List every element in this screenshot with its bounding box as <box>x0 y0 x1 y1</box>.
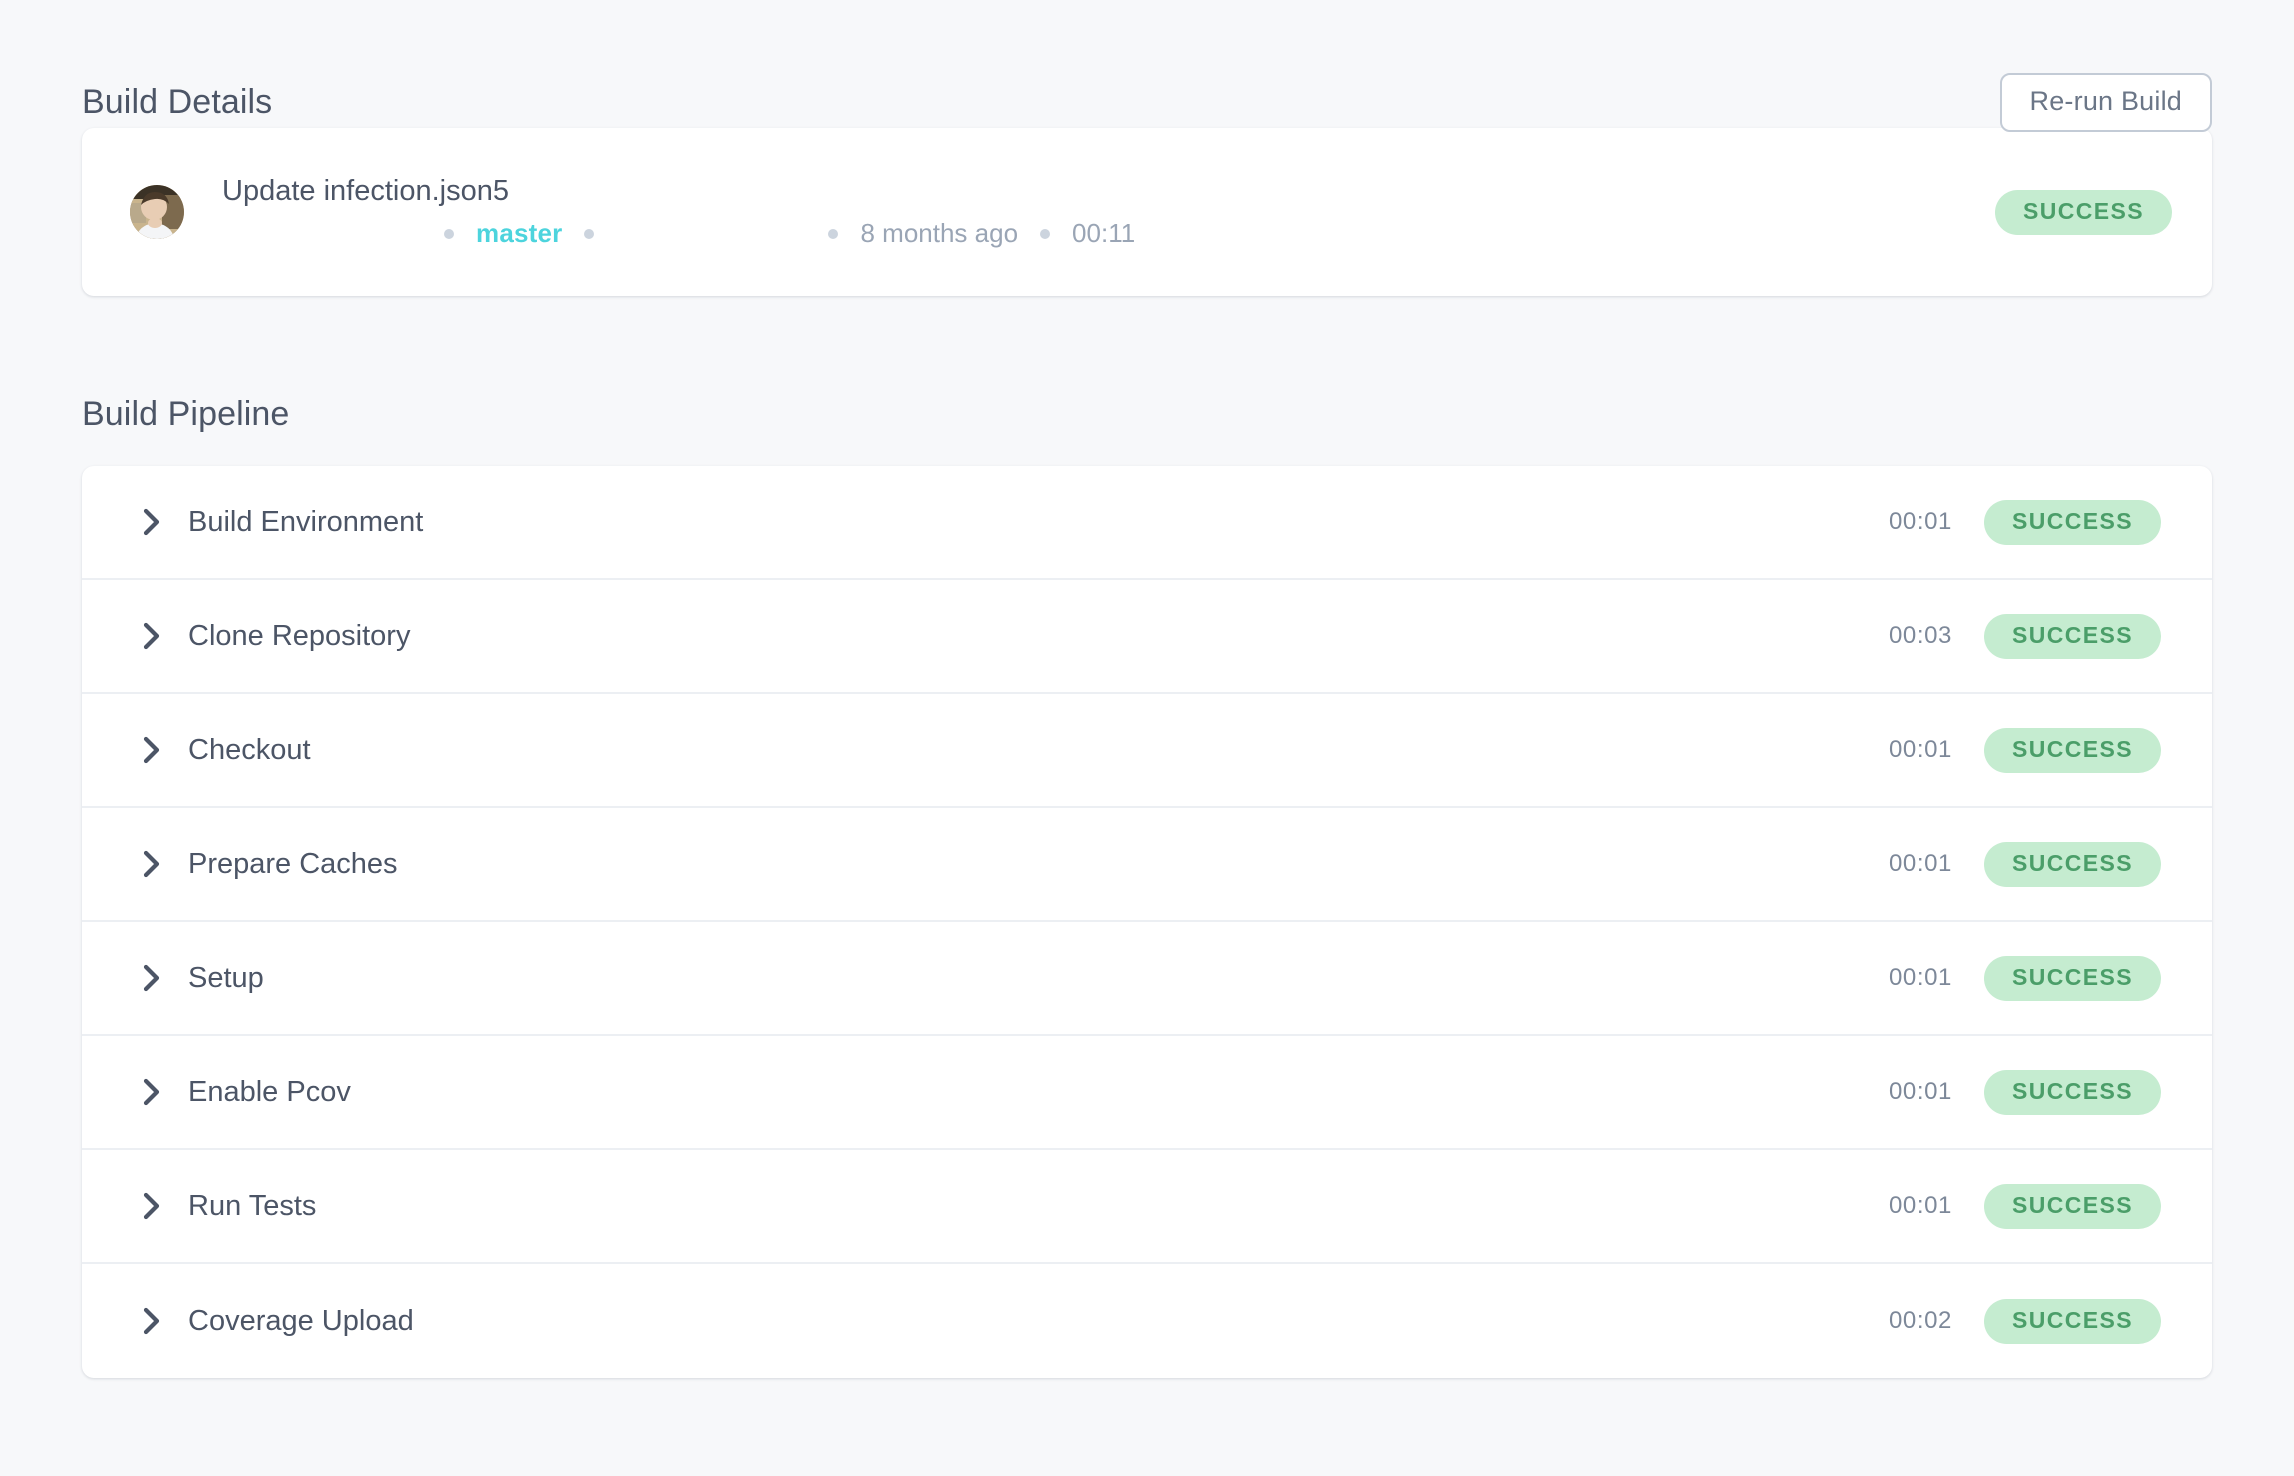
build-details-header: Build Details Re-run Build <box>82 0 2212 132</box>
pipeline-stage-duration: 00:03 <box>1888 622 1952 649</box>
meta-separator-dot <box>828 229 839 240</box>
build-details-card: Update infection.json5 master 8 months a… <box>82 128 2212 296</box>
pipeline-stage-status-cell: SUCCESS <box>1984 613 2172 659</box>
pipeline-stage-status-cell: SUCCESS <box>1984 1183 2172 1229</box>
pipeline-stage-duration: 00:01 <box>1888 508 1952 535</box>
chevron-right-icon[interactable] <box>130 962 174 994</box>
commit-message: Update infection.json5 <box>222 174 509 207</box>
pipeline-stage-status-cell: SUCCESS <box>1984 1069 2172 1115</box>
status-badge: SUCCESS <box>1984 727 2161 773</box>
pipeline-stage-row[interactable]: Run Tests 00:01 SUCCESS <box>82 1150 2212 1264</box>
status-badge: SUCCESS <box>1984 613 2161 659</box>
pipeline-stage-row[interactable]: Setup 00:01 SUCCESS <box>82 922 2212 1036</box>
pipeline-stage-duration: 00:01 <box>1888 736 1952 763</box>
pipeline-stage-status-cell: SUCCESS <box>1984 841 2172 887</box>
avatar <box>130 185 184 239</box>
build-duration: 00:11 <box>1072 218 1136 249</box>
meta-separator-dot <box>584 229 595 240</box>
branch-link[interactable]: master <box>476 217 562 251</box>
pipeline-stage-status-cell: SUCCESS <box>1984 955 2172 1001</box>
pipeline-stage-name: Build Environment <box>188 505 424 538</box>
pipeline-stage-status-cell: SUCCESS <box>1984 727 2172 773</box>
commit-info: Update infection.json5 master 8 months a… <box>222 173 1965 251</box>
pipeline-stage-name: Prepare Caches <box>188 847 398 880</box>
pipeline-stage-duration: 00:01 <box>1888 1192 1952 1219</box>
pipeline-stage-name: Coverage Upload <box>188 1304 414 1337</box>
status-badge: SUCCESS <box>1984 955 2161 1001</box>
pipeline-stage-duration: 00:01 <box>1888 850 1952 877</box>
build-pipeline-header: Build Pipeline <box>82 362 2212 466</box>
status-badge: SUCCESS <box>1984 1298 2161 1344</box>
pipeline-stage-name: Setup <box>188 961 264 994</box>
build-page: Build Details Re-run Build Update infect… <box>0 0 2294 1476</box>
pipeline-stage-status-cell: SUCCESS <box>1984 1298 2172 1344</box>
pipeline-stage-status-cell: SUCCESS <box>1984 499 2172 545</box>
pipeline-stage-row[interactable]: Build Environment 00:01 SUCCESS <box>82 466 2212 580</box>
pipeline-stage-row[interactable]: Prepare Caches 00:01 SUCCESS <box>82 808 2212 922</box>
pipeline-stage-row[interactable]: Coverage Upload 00:02 SUCCESS <box>82 1264 2212 1378</box>
pipeline-stage-list: Build Environment 00:01 SUCCESS Clone Re… <box>82 466 2212 1378</box>
pipeline-stage-row[interactable]: Checkout 00:01 SUCCESS <box>82 694 2212 808</box>
status-badge: SUCCESS <box>1984 499 2161 545</box>
relative-time: 8 months ago <box>860 218 1019 249</box>
commit-meta: master 8 months ago 00:11 <box>222 217 1965 251</box>
rerun-build-button[interactable]: Re-run Build <box>1999 72 2212 132</box>
meta-separator-dot <box>1040 229 1051 240</box>
meta-separator-dot <box>444 229 454 240</box>
pipeline-stage-name: Checkout <box>188 733 311 766</box>
chevron-right-icon[interactable] <box>130 620 174 652</box>
status-badge: SUCCESS <box>1995 189 2172 235</box>
pipeline-stage-name: Enable Pcov <box>188 1075 351 1108</box>
chevron-right-icon[interactable] <box>130 1305 174 1337</box>
pipeline-stage-duration: 00:02 <box>1888 1307 1952 1334</box>
chevron-right-icon[interactable] <box>130 848 174 880</box>
pipeline-stage-name: Run Tests <box>188 1189 317 1222</box>
status-badge: SUCCESS <box>1984 1069 2161 1115</box>
pipeline-stage-name: Clone Repository <box>188 619 411 652</box>
build-pipeline-title: Build Pipeline <box>82 395 290 433</box>
pipeline-stage-duration: 00:01 <box>1888 964 1952 991</box>
status-badge: SUCCESS <box>1984 1183 2161 1229</box>
chevron-right-icon[interactable] <box>130 734 174 766</box>
chevron-right-icon[interactable] <box>130 506 174 538</box>
build-details-title: Build Details <box>82 83 273 121</box>
chevron-right-icon[interactable] <box>130 1076 174 1108</box>
status-badge: SUCCESS <box>1984 841 2161 887</box>
pipeline-stage-duration: 00:01 <box>1888 1078 1952 1105</box>
pipeline-stage-row[interactable]: Clone Repository 00:03 SUCCESS <box>82 580 2212 694</box>
pipeline-stage-row[interactable]: Enable Pcov 00:01 SUCCESS <box>82 1036 2212 1150</box>
chevron-right-icon[interactable] <box>130 1190 174 1222</box>
